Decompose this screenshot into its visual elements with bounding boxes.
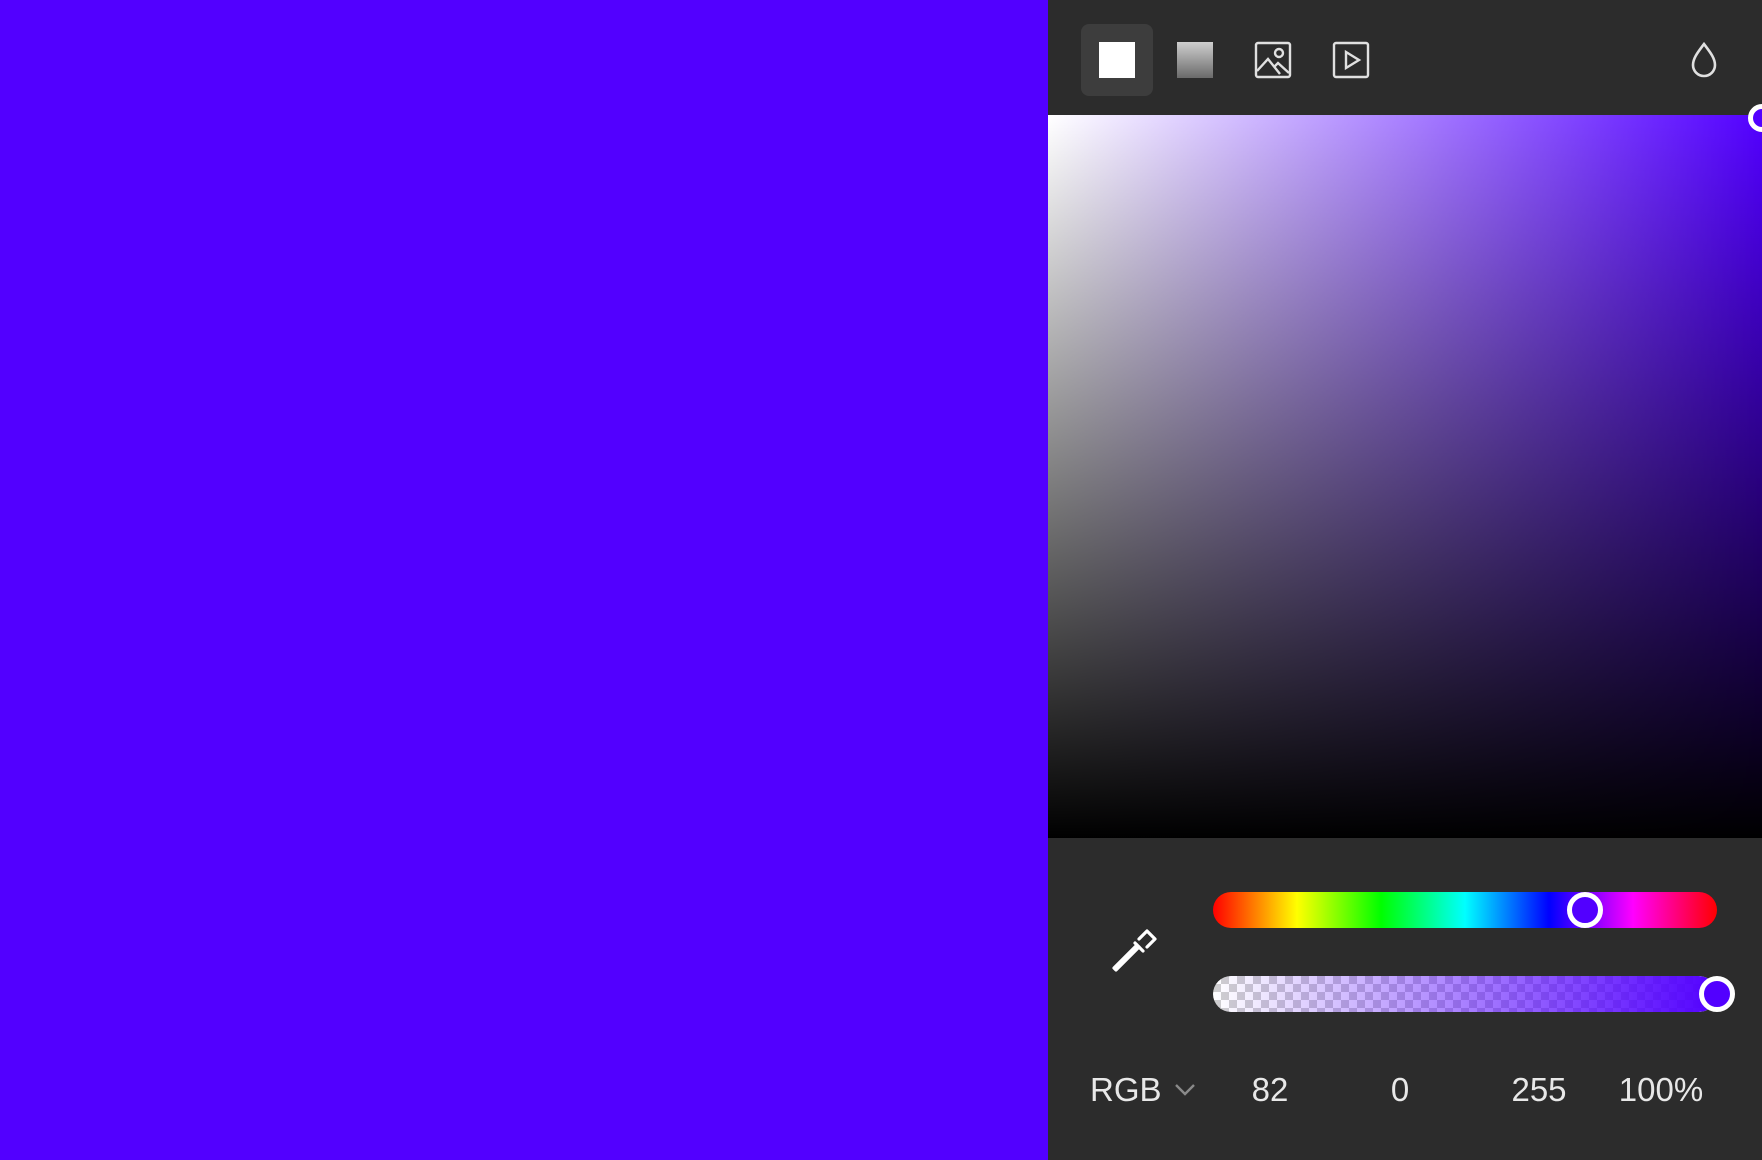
tab-solid-fill[interactable] xyxy=(1081,24,1153,96)
tab-image-fill[interactable] xyxy=(1237,24,1309,96)
solid-fill-icon xyxy=(1099,42,1135,78)
color-mode-select[interactable]: RGB xyxy=(1090,1068,1196,1112)
tab-video-fill[interactable] xyxy=(1315,24,1387,96)
blue-value-field[interactable]: 255 xyxy=(1494,1068,1584,1112)
chevron-down-icon xyxy=(1174,1084,1195,1096)
eyedropper-icon xyxy=(1112,929,1157,972)
gradient-fill-icon xyxy=(1177,42,1213,78)
opacity-button[interactable] xyxy=(1688,40,1720,80)
alpha-slider[interactable] xyxy=(1213,976,1717,1012)
drop-icon xyxy=(1691,41,1717,78)
video-fill-icon xyxy=(1332,41,1370,79)
alpha-slider-gradient xyxy=(1213,976,1717,1012)
hue-slider[interactable] xyxy=(1213,892,1717,928)
color-picker-panel: RGB xyxy=(1048,0,1762,1160)
color-mode-label: RGB xyxy=(1090,1071,1162,1108)
alpha-value-field[interactable]: 100% xyxy=(1604,1068,1718,1112)
green-value-field[interactable]: 0 xyxy=(1370,1068,1430,1112)
tab-gradient-fill[interactable] xyxy=(1159,24,1231,96)
eyedropper-button[interactable] xyxy=(1106,924,1162,980)
saturation-brightness-area[interactable] xyxy=(1048,118,1762,838)
red-value-field[interactable]: 82 xyxy=(1230,1068,1310,1112)
color-preview-canvas xyxy=(0,0,1048,1160)
alpha-slider-handle[interactable] xyxy=(1699,976,1735,1012)
image-fill-icon xyxy=(1254,41,1292,79)
hue-slider-handle[interactable] xyxy=(1567,892,1603,928)
